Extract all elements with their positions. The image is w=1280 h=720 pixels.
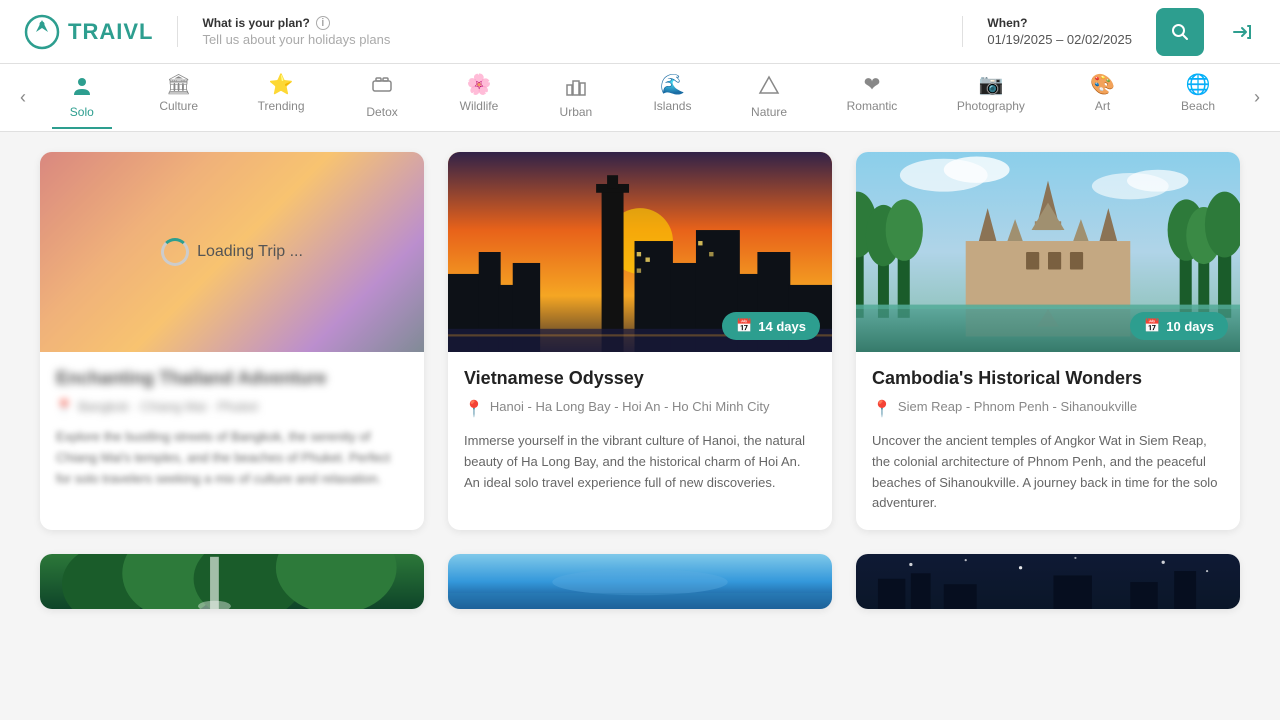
location-pin-icon: 📍 <box>872 399 892 419</box>
nav-item-detox-label: Detox <box>366 105 397 119</box>
loading-overlay: Loading Trip ... <box>40 152 424 352</box>
nav-next-button[interactable]: › <box>1246 79 1268 116</box>
card-vietnam[interactable]: 📅 14 days Vietnamese Odyssey 📍 Hanoi - H… <box>448 152 832 530</box>
cambodia-days-badge: 📅 10 days <box>1130 312 1228 340</box>
nav-item-art[interactable]: 🎨 Art <box>1073 67 1133 129</box>
main-content: Loading Trip ... Enchanting Thailand Adv… <box>0 132 1280 629</box>
trending-icon: ⭐ <box>269 75 294 95</box>
nav-item-urban[interactable]: Urban <box>546 67 606 129</box>
nav-items-list: Solo 🏛 Culture ⭐ Trending Detox 🌸 Wildli… <box>34 67 1246 129</box>
cards-row-bottom <box>40 554 1240 609</box>
culture-icon: 🏛 <box>166 75 191 95</box>
nav-item-solo[interactable]: Solo <box>52 67 112 129</box>
nav-item-islands-label: Islands <box>653 99 691 113</box>
nav-item-nature-label: Nature <box>751 105 787 119</box>
ocean-image <box>448 554 832 609</box>
card-vietnam-desc: Immerse yourself in the vibrant culture … <box>464 431 816 493</box>
detox-icon <box>371 75 393 101</box>
card-thailand-desc: Explore the bustling streets of Bangkok,… <box>56 427 408 489</box>
search-icon <box>1170 22 1190 42</box>
app-header: TRAIVL What is your plan? i Tell us abou… <box>0 0 1280 64</box>
category-nav: ‹ Solo 🏛 Culture ⭐ Trending Detox 🌸 Wild… <box>0 64 1280 132</box>
cards-row-top: Loading Trip ... Enchanting Thailand Adv… <box>40 152 1240 530</box>
card-cambodia-body: Cambodia's Historical Wonders 📍 Siem Rea… <box>856 352 1240 530</box>
card-cambodia-image: 📅 10 days <box>856 152 1240 352</box>
nav-item-art-label: Art <box>1095 99 1110 113</box>
card-thailand[interactable]: Loading Trip ... Enchanting Thailand Adv… <box>40 152 424 530</box>
loading-text: Loading Trip ... <box>197 243 303 261</box>
logo-text: TRAIVL <box>68 19 153 45</box>
card-vietnam-title: Vietnamese Odyssey <box>464 368 816 389</box>
card-bottom-1[interactable] <box>40 554 424 609</box>
nav-item-nature[interactable]: Nature <box>739 67 799 129</box>
card-bottom-2[interactable] <box>448 554 832 609</box>
search-button[interactable] <box>1156 8 1204 56</box>
card-cambodia[interactable]: 📅 10 days Cambodia's Historical Wonders … <box>856 152 1240 530</box>
card-thailand-body: Enchanting Thailand Adventure 📍 Bangkok … <box>40 352 424 505</box>
wildlife-icon: 🌸 <box>467 75 492 95</box>
nav-item-wildlife[interactable]: 🌸 Wildlife <box>448 67 511 129</box>
plan-placeholder: Tell us about your holidays plans <box>202 32 938 47</box>
nav-item-islands[interactable]: 🌊 Islands <box>641 67 703 129</box>
nav-item-solo-label: Solo <box>70 105 94 119</box>
nav-item-romantic-label: Romantic <box>847 99 898 113</box>
calendar-icon-cambodia: 📅 <box>1144 318 1160 334</box>
nav-item-beach[interactable]: 🌐 Beach <box>1168 67 1228 129</box>
login-button[interactable] <box>1228 18 1256 46</box>
urban-icon <box>565 75 587 101</box>
card-cambodia-location: 📍 Siem Reap - Phnom Penh - Sihanoukville <box>872 399 1224 419</box>
nav-item-trending-label: Trending <box>258 99 305 113</box>
nav-item-wildlife-label: Wildlife <box>460 99 499 113</box>
plan-label: What is your plan? i <box>202 16 938 30</box>
date-input[interactable]: When? 01/19/2025 – 02/02/2025 <box>962 16 1132 47</box>
location-pin-icon: 📍 <box>464 399 484 419</box>
card-thailand-image: Loading Trip ... <box>40 152 424 352</box>
card-thailand-location: 📍 Bangkok · Chiang Mai · Phuket <box>56 399 408 415</box>
nav-item-beach-label: Beach <box>1181 99 1215 113</box>
nav-item-romantic[interactable]: ❤ Romantic <box>835 67 910 129</box>
login-icon <box>1228 18 1256 46</box>
nav-item-detox[interactable]: Detox <box>352 67 412 129</box>
calendar-icon: 📅 <box>736 318 752 334</box>
nav-item-culture-label: Culture <box>159 99 198 113</box>
date-label: When? <box>987 16 1132 30</box>
islands-icon: 🌊 <box>660 75 685 95</box>
vietnam-days: 14 days <box>758 319 806 334</box>
card-cambodia-title: Cambodia's Historical Wonders <box>872 368 1224 389</box>
logo-icon <box>24 14 60 50</box>
nav-item-culture[interactable]: 🏛 Culture <box>147 67 210 129</box>
nature-icon <box>758 75 780 101</box>
solo-icon <box>71 75 93 101</box>
date-value: 01/19/2025 – 02/02/2025 <box>987 32 1132 47</box>
plan-input[interactable]: What is your plan? i Tell us about your … <box>177 16 938 47</box>
logo[interactable]: TRAIVL <box>24 14 153 50</box>
romantic-icon: ❤ <box>864 75 881 95</box>
art-icon: 🎨 <box>1090 75 1115 95</box>
location-pin-icon: 📍 <box>56 399 72 415</box>
nav-item-photography-label: Photography <box>957 99 1025 113</box>
card-vietnam-image: 📅 14 days <box>448 152 832 352</box>
card-vietnam-body: Vietnamese Odyssey 📍 Hanoi - Ha Long Bay… <box>448 352 832 509</box>
vietnam-days-badge: 📅 14 days <box>722 312 820 340</box>
card-bottom-3[interactable] <box>856 554 1240 609</box>
cambodia-days: 10 days <box>1166 319 1214 334</box>
night-image <box>856 554 1240 609</box>
nav-prev-button[interactable]: ‹ <box>12 79 34 116</box>
info-icon: i <box>316 16 330 30</box>
spinner <box>161 238 189 266</box>
forest-image <box>40 554 424 609</box>
nav-item-trending[interactable]: ⭐ Trending <box>246 67 317 129</box>
card-thailand-title: Enchanting Thailand Adventure <box>56 368 408 389</box>
nav-item-photography[interactable]: 📷 Photography <box>945 67 1037 129</box>
beach-icon: 🌐 <box>1186 75 1211 95</box>
nav-item-urban-label: Urban <box>560 105 593 119</box>
card-cambodia-desc: Uncover the ancient temples of Angkor Wa… <box>872 431 1224 514</box>
photography-icon: 📷 <box>978 75 1003 95</box>
card-vietnam-location: 📍 Hanoi - Ha Long Bay - Hoi An - Ho Chi … <box>464 399 816 419</box>
